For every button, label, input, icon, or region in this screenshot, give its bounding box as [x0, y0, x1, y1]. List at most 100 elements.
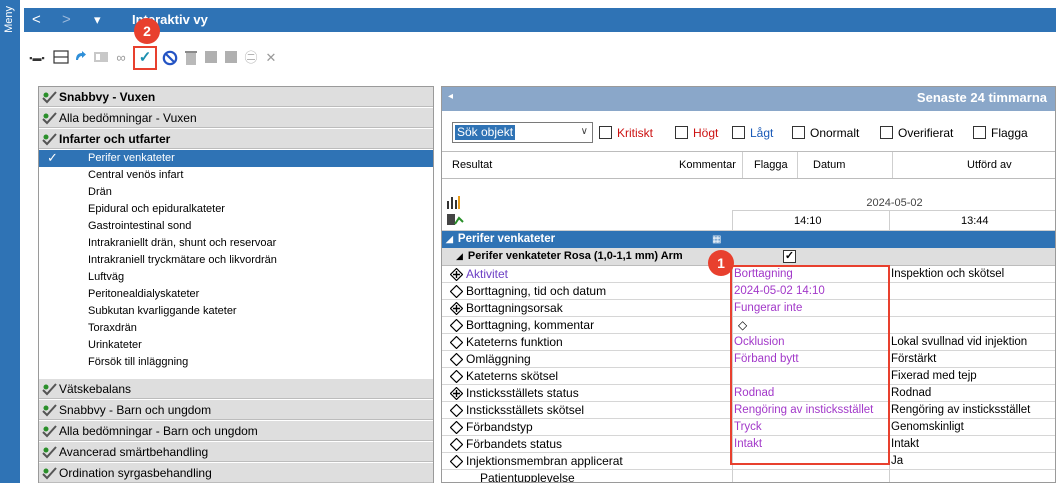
filter-label: Kritiskt: [617, 126, 653, 140]
group-label: Snabbvy - Vuxen: [59, 90, 156, 104]
list-item[interactable]: Central venös infart: [39, 167, 433, 184]
filter-hogt-checkbox[interactable]: Högt: [675, 126, 718, 140]
category-label: Perifer venkateter: [457, 233, 556, 245]
binoculars-icon[interactable]: ∞: [112, 50, 130, 66]
filter-onormalt-checkbox[interactable]: Onormalt: [792, 126, 859, 140]
list-item-label: Gastrointestinal sond: [88, 220, 192, 232]
collapse-icon[interactable]: ◢: [446, 234, 453, 244]
diamond-plus-icon: [449, 386, 464, 401]
column-divider: [889, 211, 890, 231]
chart-view-icon[interactable]: [446, 195, 462, 212]
diamond-icon: [449, 335, 464, 350]
cell-value-2[interactable]: Inspektion och skötsel: [891, 267, 1004, 282]
cell-value-2[interactable]: Ja: [891, 454, 903, 469]
group-label: Ordination syrgasbehandling: [59, 466, 212, 480]
text-icon[interactable]: ㊁: [242, 50, 260, 66]
row-label: Kateterns skötsel: [466, 369, 559, 383]
group-snabbvy-barn[interactable]: Snabbvy - Barn och ungdom: [39, 400, 433, 420]
table-row[interactable]: Patientupplevelse: [442, 470, 1055, 482]
filter-label: Flagga: [991, 126, 1028, 140]
column-header: Resultat Kommentar Flagga Datum Utförd a…: [442, 151, 1055, 179]
sign-check-icon[interactable]: ✓: [136, 50, 154, 66]
group-alla-bedomningar-barn[interactable]: Alla bedömningar - Barn och ungdom: [39, 421, 433, 441]
group-check-icon: [42, 91, 57, 104]
collapse-icon[interactable]: ◢: [456, 251, 463, 261]
list-item-label: Peritonealdialyskateter: [88, 288, 200, 300]
forward-button[interactable]: >: [62, 8, 71, 32]
list-item[interactable]: Toraxdrän: [39, 320, 433, 337]
time-header: 14:10 13:44: [442, 211, 1055, 231]
list-item[interactable]: Subkutan kvarliggande kateter: [39, 303, 433, 320]
group-infarter-och-utfarter[interactable]: Infarter och utfarter: [39, 129, 433, 149]
filter-kritiskt-checkbox[interactable]: Kritiskt: [599, 126, 653, 140]
group-label: Avancerad smärtbehandling: [59, 445, 209, 459]
group-avancerad-smartbehandling[interactable]: Avancerad smärtbehandling: [39, 442, 433, 462]
diamond-icon: [449, 369, 464, 384]
filter-lagt-checkbox[interactable]: Lågt: [732, 126, 773, 140]
scroll-left-icon[interactable]: ◂: [448, 91, 453, 102]
list-item[interactable]: Gastrointestinal sond: [39, 218, 433, 235]
group-check-icon: [42, 446, 57, 459]
cell-value-2[interactable]: Förstärkt: [891, 352, 936, 367]
group-check-icon: [42, 425, 57, 438]
time-range-header: ◂ Senaste 24 timmarna: [442, 87, 1055, 111]
column-utford-av[interactable]: Utförd av: [967, 159, 1012, 171]
checkbox-box: [880, 126, 893, 139]
column-flagga[interactable]: Flagga: [754, 159, 788, 171]
list-item-label: Perifer venkateter: [88, 152, 175, 164]
time-column-2[interactable]: 13:44: [961, 215, 989, 227]
cell-value-2[interactable]: Intakt: [891, 437, 919, 452]
list-item[interactable]: Drän: [39, 184, 433, 201]
menu-strip[interactable]: Meny: [0, 0, 20, 483]
list-item[interactable]: Epidural och epiduralkateter: [39, 201, 433, 218]
row-label[interactable]: Aktivitet: [466, 267, 508, 282]
nav-dropdown-button[interactable]: ▾: [94, 8, 101, 32]
title-bar: < > ▾ Interaktiv vy: [24, 8, 1056, 32]
column-resultat[interactable]: Resultat: [452, 159, 492, 171]
column-kommentar[interactable]: Kommentar: [679, 159, 736, 171]
list-item[interactable]: Intrakraniell tryckmätare och likvordrän: [39, 252, 433, 269]
signed-checkbox[interactable]: ✓: [783, 250, 796, 263]
square2-icon[interactable]: [222, 50, 240, 66]
cell-value-2[interactable]: Lokal svullnad vid injektion: [891, 335, 1027, 350]
column-datum[interactable]: Datum: [813, 159, 845, 171]
list-item[interactable]: Intrakraniellt drän, shunt och reservoar: [39, 235, 433, 252]
time-column-1[interactable]: 14:10: [794, 215, 822, 227]
layout-icon[interactable]: [52, 50, 70, 66]
cell-value-2[interactable]: Genomskinligt: [891, 420, 964, 435]
block-icon[interactable]: [161, 50, 179, 66]
bin-icon[interactable]: [182, 50, 200, 66]
subcategory-row[interactable]: ◢ Perifer venkateter Rosa (1,0-1,1 mm) Ar…: [442, 248, 1055, 266]
list-item-label: Urinkateter: [88, 339, 142, 351]
list-item-perifer-venkateter[interactable]: ✓ Perifer venkateter: [39, 150, 433, 167]
category-row[interactable]: ◢ Perifer venkateter ▦: [442, 231, 1055, 248]
cell-value-2[interactable]: Rodnad: [891, 386, 931, 401]
cell-value-2[interactable]: Fixerad med tejp: [891, 369, 977, 384]
filter-overifierat-checkbox[interactable]: Overifierat: [880, 126, 953, 140]
search-object-value: Sök objekt: [455, 125, 516, 140]
grid-menu-icon[interactable]: ▦: [712, 231, 721, 248]
cell-value-2[interactable]: Rengöring av insticksstället: [891, 403, 1030, 418]
group-snabbvy-vuxen[interactable]: Snabbvy - Vuxen: [39, 87, 433, 107]
group-alla-bedomningar-vuxen[interactable]: Alla bedömningar - Vuxen: [39, 108, 433, 128]
row-label: Insticksställets skötsel: [466, 403, 585, 417]
filter-flagga-checkbox[interactable]: Flagga: [973, 126, 1028, 140]
list-item[interactable]: Urinkateter: [39, 337, 433, 354]
diamond-icon: [449, 284, 464, 299]
group-check-icon: [42, 112, 57, 125]
search-object-combo[interactable]: Sök objekt ∨: [452, 122, 593, 143]
group-ordination-syrgasbehandling[interactable]: Ordination syrgasbehandling: [39, 463, 433, 483]
list-item[interactable]: Peritonealdialyskateter: [39, 286, 433, 303]
subcategory-label: Perifer venkateter Rosa (1,0-1,1 mm) Arm: [467, 250, 683, 262]
column-divider: [797, 152, 798, 178]
filter-label: Högt: [693, 126, 719, 140]
group-vatskebalans[interactable]: Vätskebalans: [39, 379, 433, 399]
list-item[interactable]: Luftväg: [39, 269, 433, 286]
card-icon[interactable]: [92, 50, 110, 66]
back-button[interactable]: <: [32, 8, 41, 32]
bars-icon[interactable]: ▪▬▪: [26, 50, 48, 66]
close-icon[interactable]: ✕: [262, 50, 280, 66]
refresh-icon[interactable]: [72, 50, 90, 66]
list-item[interactable]: Försök till inläggning: [39, 354, 433, 371]
square-icon[interactable]: [202, 50, 220, 66]
